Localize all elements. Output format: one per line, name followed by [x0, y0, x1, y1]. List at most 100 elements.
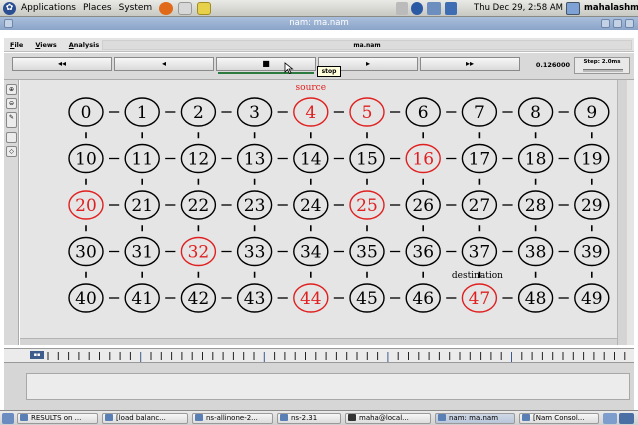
window-icon	[438, 414, 446, 421]
task-label: ns-2.31	[291, 414, 318, 422]
node-label: 35	[356, 243, 378, 263]
node-label: 44	[300, 289, 322, 309]
timeline-ticks	[47, 352, 626, 362]
user-icon	[566, 2, 580, 15]
destination-label: destination	[452, 271, 503, 281]
minimize-icon[interactable]	[601, 19, 610, 28]
node-label: 41	[131, 289, 153, 309]
nam-menubar: File Views Analysis ma.nam	[4, 38, 634, 52]
node-label: 26	[412, 196, 434, 216]
step-label: Step: 2.0ms	[583, 59, 621, 65]
update-icon[interactable]	[411, 2, 423, 15]
node-label: 42	[188, 289, 210, 309]
node-label: 38	[525, 243, 547, 263]
show-desktop-icon[interactable]	[2, 413, 14, 424]
node-label: 18	[525, 150, 547, 170]
task-ns-allinone[interactable]: ns-allinone-2...	[192, 413, 273, 424]
node-label: 27	[469, 196, 491, 216]
step-back-button[interactable]: ◂	[114, 57, 214, 71]
task-results[interactable]: RESULTS on ...	[17, 413, 98, 424]
terminal-icon	[348, 414, 356, 421]
zoom-out-icon[interactable]: ⊖	[6, 98, 17, 109]
play-progress-bar	[218, 72, 314, 74]
close-icon[interactable]	[625, 19, 634, 28]
playback-controls: ◂◂ ◂ ■ ▸ ▸▸ stop 0.126000 Step: 2.0ms	[4, 53, 634, 80]
gnome-foot-icon[interactable]: ✿	[3, 1, 16, 15]
maximize-icon[interactable]	[613, 19, 622, 28]
node-label: 43	[244, 289, 266, 309]
node-label: 46	[412, 289, 434, 309]
horizontal-scrollbar[interactable]	[20, 338, 617, 345]
node-label: 30	[75, 243, 97, 263]
workspace-2-icon[interactable]	[619, 413, 634, 424]
username[interactable]: mahalashmi	[584, 3, 638, 13]
node-label: 19	[581, 150, 603, 170]
node-label: 39	[581, 243, 603, 263]
task-terminal[interactable]: maha@local...	[345, 413, 431, 424]
task-ns-231[interactable]: ns-2.31	[277, 413, 341, 424]
menu-applications[interactable]: Applications	[21, 3, 76, 13]
clock[interactable]: Thu Dec 29, 2:58 AM	[474, 3, 563, 13]
rewind-button[interactable]: ◂◂	[12, 57, 112, 71]
simulation-time: 0.126000	[535, 61, 570, 69]
task-nam[interactable]: nam: ma.nam	[435, 413, 515, 424]
node-label: 20	[75, 196, 97, 216]
node-label: 15	[356, 150, 378, 170]
notes-launcher-icon[interactable]	[197, 1, 212, 15]
menu-file[interactable]: File	[10, 41, 23, 49]
step-control[interactable]: Step: 2.0ms	[574, 57, 630, 74]
node-label: 1	[137, 103, 148, 123]
node-label: 49	[581, 289, 603, 309]
node-label: 28	[525, 196, 547, 216]
step-slider[interactable]	[583, 69, 623, 72]
toggle-icon[interactable]	[6, 132, 17, 143]
node-label: 29	[581, 196, 603, 216]
node-label: 40	[75, 289, 97, 309]
window-menu-icon[interactable]	[4, 19, 13, 28]
task-label: maha@local...	[359, 414, 409, 422]
mail-launcher-icon[interactable]	[178, 1, 193, 15]
folder-icon	[280, 414, 288, 421]
node-label: 25	[356, 196, 378, 216]
node-label: 37	[469, 243, 491, 263]
firefox-launcher-icon[interactable]	[159, 1, 174, 15]
menu-places[interactable]: Places	[83, 3, 112, 13]
node-label: 23	[244, 196, 266, 216]
annotation-area[interactable]	[26, 373, 630, 400]
fast-forward-button[interactable]: ▸▸	[420, 57, 520, 71]
node-label: 12	[188, 150, 210, 170]
menu-system[interactable]: System	[119, 3, 153, 13]
vertical-scrollbar[interactable]	[617, 80, 627, 345]
monitor-icon[interactable]	[445, 2, 457, 15]
network-icon[interactable]	[427, 2, 441, 15]
window-titlebar[interactable]: nam: ma.nam	[0, 17, 638, 30]
node-label: 47	[469, 289, 491, 309]
stop-button[interactable]: ■	[216, 57, 316, 71]
menu-views[interactable]: Views	[35, 41, 56, 49]
node-label: 11	[131, 150, 153, 170]
node-label: 24	[300, 196, 322, 216]
task-load-balance[interactable]: [load balanc...	[102, 413, 188, 424]
task-nam-console[interactable]: [Nam Consol...	[519, 413, 599, 424]
node-label: 16	[412, 150, 434, 170]
workspace-1-icon[interactable]	[603, 413, 617, 424]
task-label: nam: ma.nam	[449, 414, 499, 422]
zoom-in-icon[interactable]: ⊕	[6, 84, 17, 95]
timeline-ruler[interactable]: ▪▪	[4, 348, 634, 363]
node-label: 45	[356, 289, 378, 309]
folder-icon	[105, 414, 113, 421]
timeline-slider[interactable]: ▪▪	[30, 351, 44, 359]
volume-icon[interactable]	[396, 2, 408, 15]
diamond-icon[interactable]: ◇	[6, 146, 17, 157]
network-topology: 0 1 2 3 4 5 6 7 8 910 11 12 13 14 15 16 17 18 1920 21 22 23 24…	[68, 83, 610, 313]
trace-filename: ma.nam	[102, 40, 632, 50]
node-label: 48	[525, 289, 547, 309]
menu-analysis[interactable]: Analysis	[69, 41, 99, 49]
node-label: 22	[188, 196, 210, 216]
node-label: 6	[418, 103, 429, 123]
node-label: 9	[586, 103, 597, 123]
edit-icon[interactable]: ✎	[6, 112, 17, 128]
network-canvas[interactable]: 0 1 2 3 4 5 6 7 8 9 10 11 12 13 14 15 16 17 18 19 20 21 22 23 24…	[20, 80, 634, 345]
folder-icon	[20, 414, 28, 421]
node-label: 10	[75, 150, 97, 170]
